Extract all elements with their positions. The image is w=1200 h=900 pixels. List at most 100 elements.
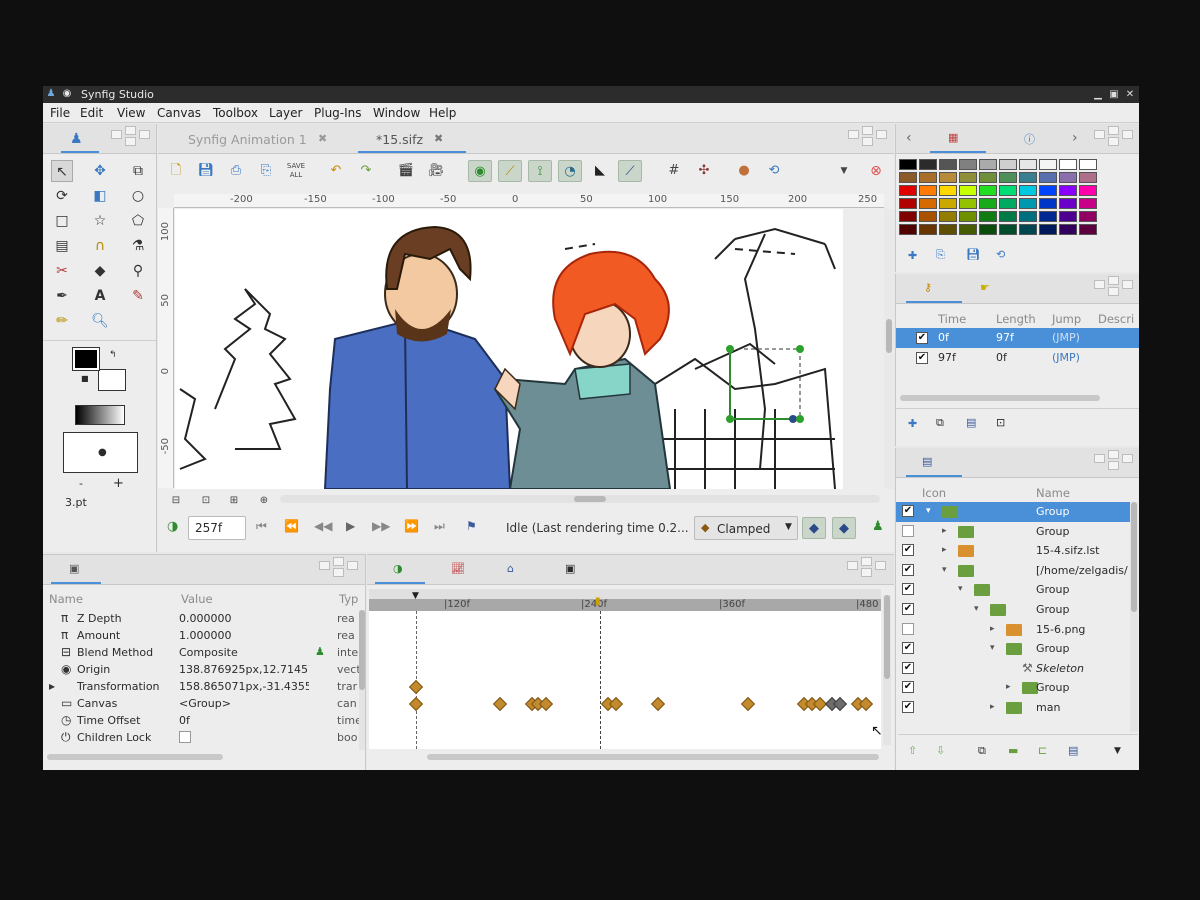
- keyframe-time[interactable]: 97f: [938, 351, 956, 364]
- restore-button[interactable]: ▣: [1107, 88, 1121, 101]
- layer-visibility-checkbox[interactable]: ✔: [902, 583, 914, 596]
- zoom-tool-icon[interactable]: 🔍︎: [89, 310, 111, 332]
- time-ruler[interactable]: |120f |240f |360f |480 ▼ ▮: [369, 589, 881, 611]
- save-palette-icon[interactable]: 💾︎: [966, 248, 980, 261]
- palette-swatch[interactable]: [999, 185, 1017, 196]
- layer-row[interactable]: ✔ ▸ man: [896, 698, 1130, 718]
- increase-width-button[interactable]: +: [113, 476, 124, 491]
- palette-swatch[interactable]: [919, 185, 937, 196]
- menu-canvas[interactable]: Canvas: [157, 106, 201, 120]
- layer-visibility-checkbox[interactable]: ✔: [902, 681, 914, 694]
- animation-mode-icon[interactable]: ◑: [167, 519, 178, 534]
- lower-layer-icon[interactable]: ⇩: [936, 744, 945, 757]
- palette-swatch[interactable]: [1059, 211, 1077, 222]
- transform-tool-icon[interactable]: ↖: [51, 160, 73, 182]
- palette-swatch[interactable]: [1039, 224, 1057, 235]
- swap-colors-icon[interactable]: ↰: [109, 350, 117, 360]
- zoom-100-icon[interactable]: ⊡: [194, 490, 218, 512]
- next-frame-icon[interactable]: ▶▶: [372, 519, 390, 533]
- layer-name[interactable]: Group: [1036, 525, 1070, 538]
- menu-plugins[interactable]: Plug-Ins: [314, 106, 362, 120]
- palette-swatch[interactable]: [939, 159, 957, 170]
- scroll-thumb[interactable]: [884, 595, 890, 679]
- time-cursor-marker-icon[interactable]: ▮: [595, 596, 601, 607]
- info-tab-icon[interactable]: ⓘ: [1024, 131, 1035, 147]
- palette-swatch[interactable]: [899, 224, 917, 235]
- palette-swatch[interactable]: [899, 159, 917, 170]
- prev-frame-icon[interactable]: ◀◀: [314, 519, 332, 533]
- menu-help[interactable]: Help: [429, 106, 456, 120]
- keyframe-active-checkbox[interactable]: ✔: [916, 332, 928, 344]
- spline-tool-icon[interactable]: ∩: [89, 235, 111, 257]
- layer-visibility-checkbox[interactable]: ✔: [902, 603, 914, 615]
- palette-swatch[interactable]: [1039, 159, 1057, 170]
- layer-name[interactable]: Group: [1036, 681, 1070, 694]
- palette-swatch[interactable]: [979, 159, 997, 170]
- palette-swatch[interactable]: [1019, 224, 1037, 235]
- canvas-horizontal-scrollbar[interactable]: [280, 495, 880, 503]
- fill-color-swatch[interactable]: [98, 369, 126, 391]
- palette-swatch[interactable]: [1079, 159, 1097, 170]
- collapse-arrow-icon[interactable]: ▾: [942, 565, 947, 575]
- toolbar-overflow-icon[interactable]: ▼: [832, 160, 856, 182]
- group-layer-icon[interactable]: ▬: [1008, 744, 1018, 757]
- layer-name[interactable]: 15-4.sifz.lst: [1036, 544, 1100, 557]
- zoom-in-icon[interactable]: ⊕: [252, 490, 276, 512]
- raise-layer-icon[interactable]: ⇧: [908, 744, 917, 757]
- rectangle-tool-icon[interactable]: □: [51, 210, 73, 232]
- collapse-arrow-icon[interactable]: ▾: [926, 506, 931, 516]
- layer-row[interactable]: ✔ ▾ Group: [896, 600, 1130, 620]
- palette-swatch[interactable]: [1059, 172, 1077, 183]
- layer-row[interactable]: ✔ ▸ Group: [896, 678, 1130, 698]
- keyframe-jump[interactable]: (JMP): [1052, 351, 1080, 364]
- palette-swatch[interactable]: [919, 172, 937, 183]
- palette-swatch[interactable]: [999, 198, 1017, 209]
- layer-row[interactable]: ✔ ▾ Group: [896, 502, 1130, 522]
- layer-row[interactable]: ✔ ⚒ Skeleton: [896, 659, 1130, 679]
- palette-swatch[interactable]: [939, 185, 957, 196]
- save-copy-icon[interactable]: ⎘: [254, 160, 278, 182]
- layer-visibility-checkbox[interactable]: [902, 524, 914, 537]
- palette-swatch[interactable]: [1079, 198, 1097, 209]
- show-bones-icon[interactable]: ◣: [588, 160, 612, 182]
- param-row[interactable]: ▸ Transformation 158.865071px,-31.43554‹ tr…: [43, 678, 359, 695]
- palette-swatch[interactable]: [979, 172, 997, 183]
- chevron-left-icon[interactable]: ‹: [906, 130, 912, 146]
- fill-tool-icon[interactable]: ⚗: [127, 235, 149, 257]
- show-widths-icon[interactable]: ⟋: [498, 160, 522, 182]
- scroll-thumb[interactable]: [1131, 502, 1137, 612]
- palette-swatch[interactable]: [1079, 172, 1097, 183]
- param-row[interactable]: π Amount 1.000000 rea: [43, 627, 359, 644]
- children-lock-checkbox[interactable]: [179, 731, 191, 743]
- expand-arrow-icon[interactable]: ▸: [942, 526, 947, 536]
- palette-swatch[interactable]: [919, 211, 937, 222]
- skeleton-mode-icon[interactable]: ⟋: [618, 160, 642, 182]
- palette-swatch[interactable]: [939, 211, 957, 222]
- table-row[interactable]: ✔ 0f 97f (JMP): [896, 328, 1139, 348]
- layer-row[interactable]: ▸ 15-6.png: [896, 620, 1130, 640]
- palette-swatch[interactable]: [1059, 159, 1077, 170]
- preview-icon[interactable]: 🎥︎: [424, 160, 448, 182]
- keyframe-marker-icon[interactable]: ▼: [412, 591, 419, 601]
- toolbox-tab-icon[interactable]: ♟: [70, 131, 83, 147]
- new-file-icon[interactable]: 🗋: [164, 160, 188, 182]
- param-row[interactable]: π Z Depth 0.000000 rea: [43, 610, 359, 627]
- palette-swatch[interactable]: [1059, 198, 1077, 209]
- layer-name[interactable]: Group: [1036, 583, 1070, 596]
- keyframe-length[interactable]: 97f: [996, 331, 1014, 344]
- cutout-tool-icon[interactable]: ✂: [51, 260, 73, 282]
- param-value[interactable]: 1.000000: [179, 629, 309, 642]
- sound-tab-icon[interactable]: ⌂: [507, 562, 514, 575]
- palette-swatch[interactable]: [979, 211, 997, 222]
- remove-keyframe-icon[interactable]: ▤: [966, 416, 976, 429]
- layer-row[interactable]: ✔ ▾ Group: [896, 639, 1130, 659]
- save-as-icon[interactable]: ⎙: [224, 160, 248, 182]
- layer-name[interactable]: Group: [1036, 603, 1070, 616]
- dock-grip[interactable]: [111, 126, 151, 148]
- param-type-icon[interactable]: ▸: [49, 679, 55, 693]
- palette-swatch[interactable]: [1019, 159, 1037, 170]
- param-value[interactable]: 158.865071px,-31.43554‹: [179, 680, 309, 693]
- scroll-thumb[interactable]: [574, 496, 606, 502]
- smooth-move-tool-icon[interactable]: ✥: [89, 160, 111, 182]
- static-toggle-icon[interactable]: ♟: [315, 645, 325, 658]
